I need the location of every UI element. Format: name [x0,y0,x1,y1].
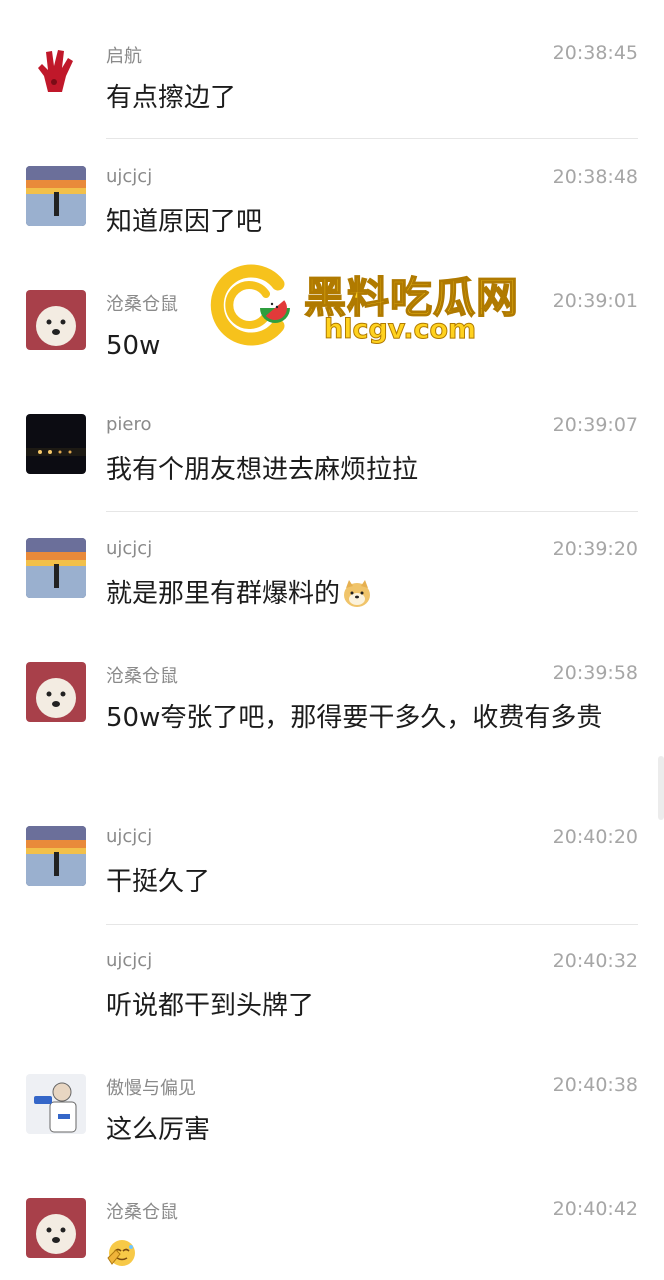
message-time: 20:38:48 [552,166,638,188]
sender-name: piero [106,414,152,435]
avatar[interactable] [26,166,86,226]
avatar[interactable] [26,1198,86,1258]
sender-name: ujcjcj [106,538,153,559]
dog-avatar-icon [26,662,86,722]
message-text: 50w [106,331,161,361]
message-time: 20:39:07 [552,414,638,436]
sender-name: 沧桑仓鼠 [106,666,178,687]
message-time: 20:39:58 [552,662,638,684]
message-text: 50w夸张了吧，那得要干多久，收费有多贵 [106,703,603,733]
message-text [106,1234,626,1280]
avatar[interactable] [26,414,86,474]
message-time: 20:39:20 [552,538,638,560]
doge-emoji-icon [342,580,372,621]
message-text: 就是那里有群爆料的 [106,574,626,621]
red-hand-avatar-icon [26,42,86,102]
sunset-avatar-icon [26,826,86,886]
divider [106,924,638,925]
avatar[interactable] [26,1074,86,1134]
cartoon-man-avatar-icon [26,1074,86,1134]
facepalm-emoji-icon [106,1236,138,1280]
chat-history-page[interactable]: 启航 20:38:45 有点擦边了 ujcjcj 20:38:48 知道原因了吧 [0,0,664,1280]
message-time: 20:39:01 [552,290,638,312]
message-time: 20:40:32 [552,950,638,972]
sender-name: 启航 [106,46,142,67]
dog-avatar-icon [26,290,86,350]
message-text: 有点擦边了 [106,83,237,113]
dog-avatar-icon [26,1198,86,1258]
sender-name: ujcjcj [106,166,153,187]
message-text: 干挺久了 [106,867,211,897]
message-time: 20:40:20 [552,826,638,848]
message-text: 这么厉害 [106,1115,211,1145]
watermark-title: 黑料吃瓜网 [303,272,520,323]
message-text-content: 就是那里有群爆料的 [106,579,341,609]
sender-name: ujcjcj [106,950,153,971]
sender-name: 傲慢与偏见 [106,1078,196,1099]
avatar[interactable] [26,662,86,722]
avatar[interactable] [26,826,86,886]
night-road-avatar-icon [26,414,86,474]
scrollbar-thumb[interactable] [658,756,664,820]
sender-name: ujcjcj [106,826,153,847]
divider [106,138,638,139]
message-time: 20:40:38 [552,1074,638,1096]
avatar[interactable] [26,538,86,598]
sunset-avatar-icon [26,166,86,226]
message-text: 我有个朋友想进去麻烦拉拉 [106,455,419,485]
sunset-avatar-icon [26,538,86,598]
message-text: 知道原因了吧 [106,207,263,237]
avatar[interactable] [26,290,86,350]
divider [106,511,638,512]
message-text: 听说都干到头牌了 [106,991,315,1021]
sender-name: 沧桑仓鼠 [106,294,178,315]
avatar[interactable] [26,42,86,102]
message-time: 20:40:42 [552,1198,638,1220]
sender-name: 沧桑仓鼠 [106,1202,178,1223]
message-time: 20:38:45 [552,42,638,64]
